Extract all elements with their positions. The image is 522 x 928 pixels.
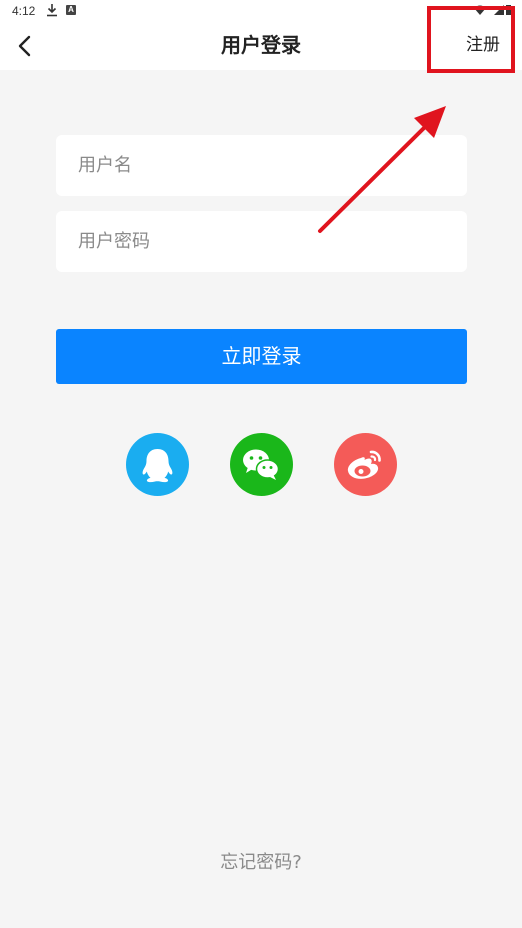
wechat-login-button[interactable] (230, 433, 293, 496)
weibo-login-button[interactable] (334, 433, 397, 496)
wifi-battery-icon (474, 5, 511, 15)
download-icon (47, 4, 57, 17)
login-button[interactable]: 立即登录 (56, 329, 467, 384)
username-input[interactable] (78, 135, 445, 196)
qq-login-button[interactable] (126, 433, 189, 496)
forgot-password-link[interactable]: 忘记密码? (0, 848, 522, 874)
page-title: 用户登录 (221, 33, 301, 57)
username-field (56, 135, 467, 196)
wechat-icon (243, 449, 280, 480)
status-time: 4:12 (12, 4, 36, 18)
qq-icon (142, 449, 173, 483)
annotation-arrow-head (414, 106, 446, 138)
back-button[interactable] (10, 30, 42, 62)
back-arrow-icon (18, 35, 31, 57)
weibo-icon (347, 450, 381, 479)
register-button[interactable]: 注册 (466, 34, 500, 56)
password-input[interactable] (78, 211, 445, 272)
status-bar: 4:12 A (0, 0, 522, 22)
password-field (56, 211, 467, 272)
app-bar: 用户登录 注册 (0, 22, 522, 70)
notification-a-icon: A (66, 5, 76, 15)
